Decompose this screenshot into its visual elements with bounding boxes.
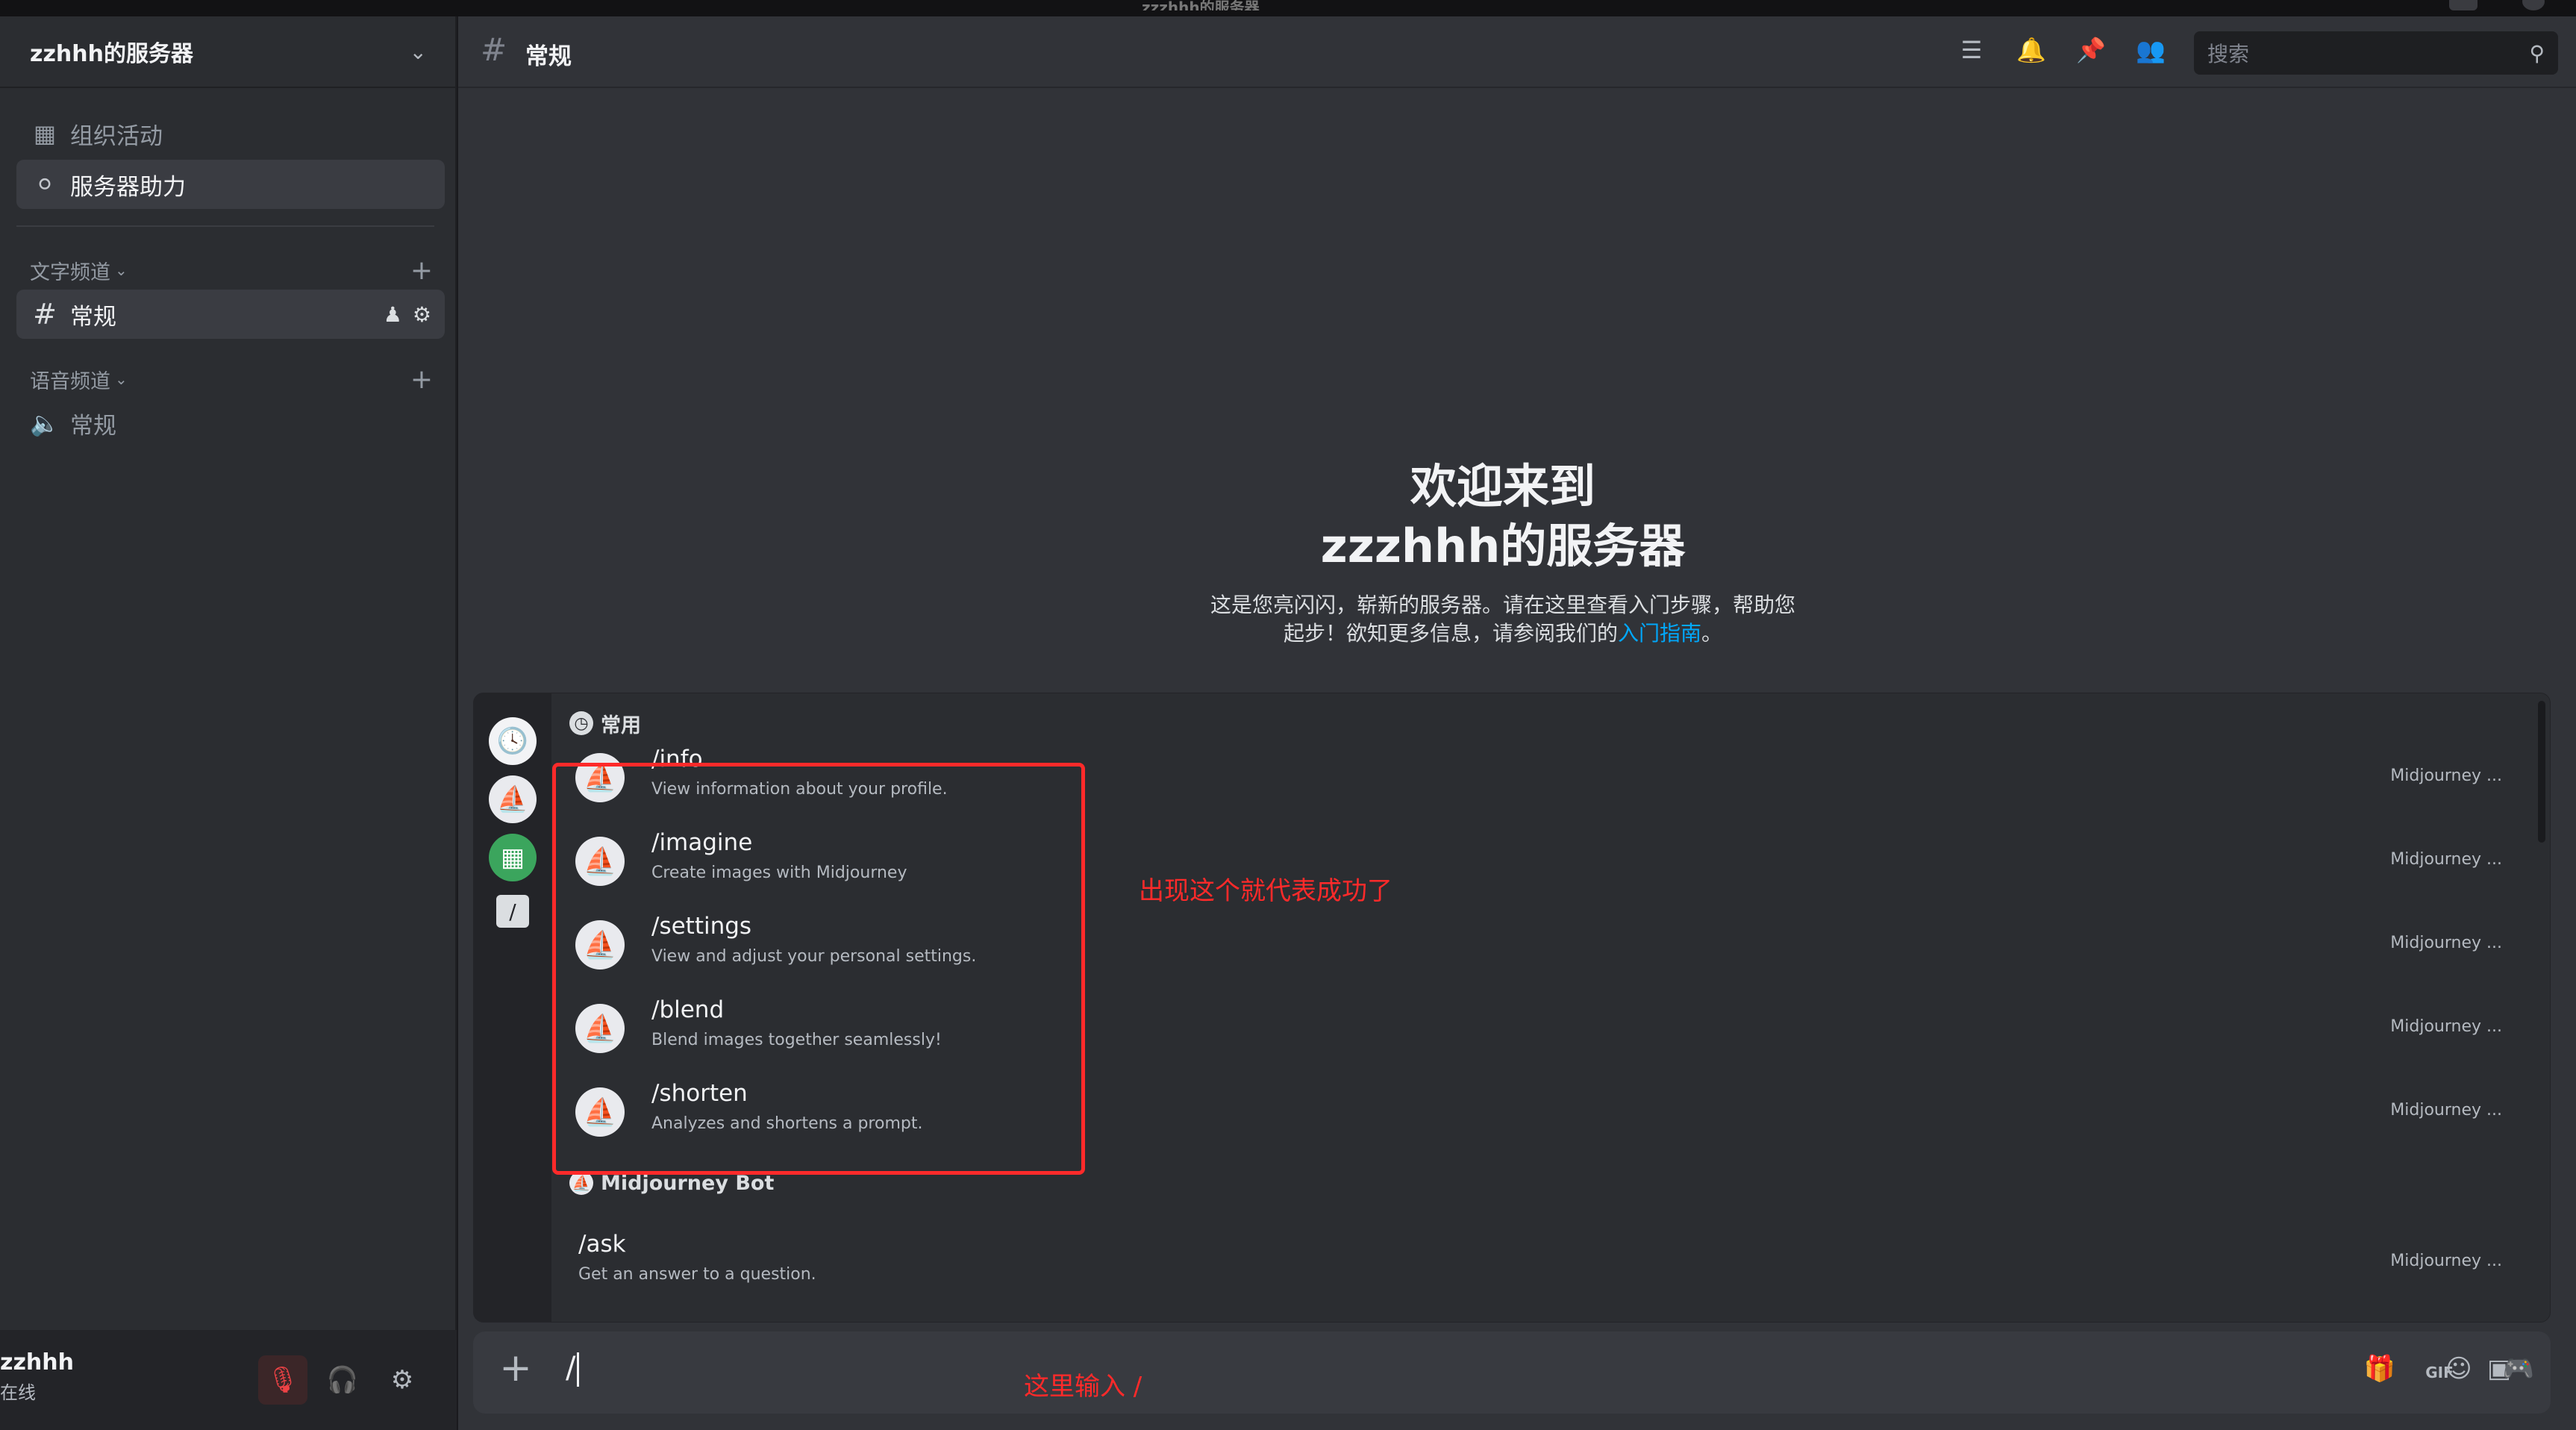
- chevron-down-icon: ⌄: [115, 261, 128, 279]
- welcome-section: 欢迎来到 zzzhhh的服务器 这是您亮闪闪，崭新的服务器。请在这里查看入门步骤…: [458, 457, 2548, 648]
- username[interactable]: zzhhh: [0, 1349, 74, 1376]
- sidebar-item-voice-general[interactable]: 🔈 常规: [16, 399, 445, 448]
- welcome-desc-line2: 起步！欲知更多信息，请参阅我们的入门指南。: [1283, 621, 1723, 646]
- user-status: 在线: [0, 1382, 36, 1403]
- channel-title: 常规: [525, 43, 572, 70]
- highlight-box: [552, 763, 1085, 1175]
- window-title: zzzhhh的服务器: [1142, 0, 1260, 10]
- welcome-title-line2: zzzhhh的服务器: [1320, 519, 1686, 573]
- category-text-channels[interactable]: 文字频道 ⌄ +: [30, 255, 433, 286]
- welcome-desc-line1: 这是您亮闪闪，崭新的服务器。请在这里查看入门步骤，帮助您: [1210, 593, 1795, 617]
- server-name: zzhhh的服务器: [30, 41, 193, 67]
- headphones-icon[interactable]: 🎧: [318, 1355, 367, 1405]
- add-channel-icon[interactable]: +: [410, 255, 433, 286]
- chevron-down-icon: ⌄: [115, 370, 128, 388]
- message-composer[interactable]: + / 🎁 GIF ▣: [473, 1331, 2551, 1414]
- mic-muted-icon[interactable]: 🎙: [258, 1355, 307, 1405]
- hashtag-icon: #: [33, 298, 57, 331]
- calendar-icon: ▦: [33, 119, 57, 148]
- search-icon: ⚲: [2529, 40, 2545, 66]
- annotation-success: 出现这个就代表成功了: [1139, 876, 1392, 906]
- sidebar-item-label: 服务器助力: [70, 173, 186, 201]
- message-input[interactable]: /: [566, 1351, 580, 1387]
- sidebar-item-label: 常规: [70, 412, 116, 440]
- midjourney-bot-icon[interactable]: ⛵: [489, 775, 537, 823]
- search-box[interactable]: 搜索 ⚲: [2194, 31, 2558, 75]
- recent-clock-icon[interactable]: 🕓: [489, 717, 537, 765]
- command-source: Midjourney ...: [2390, 934, 2502, 952]
- activities-gamepad-icon[interactable]: 🎮: [2500, 1354, 2537, 1391]
- window-inbox-icon[interactable]: [2449, 0, 2477, 10]
- bell-icon[interactable]: 🔔: [2015, 36, 2048, 69]
- search-input[interactable]: 搜索: [2207, 38, 2529, 68]
- category-label: 文字频道: [30, 260, 110, 284]
- channel-header: # 常规 ☰ 🔔 📌 👥 搜索 ⚲: [458, 16, 2576, 88]
- add-attachment-icon[interactable]: +: [495, 1348, 536, 1388]
- command-category-rail: 🕓 ⛵ ▦ /: [474, 693, 551, 1322]
- sidebar-item-label: 常规: [70, 303, 116, 331]
- popup-scrollbar[interactable]: [2538, 701, 2545, 843]
- sidebar-item-server-boost[interactable]: ⚪ 服务器助力: [16, 160, 445, 209]
- gift-icon[interactable]: 🎁: [2361, 1354, 2398, 1391]
- text-caret: [577, 1352, 580, 1387]
- command-source: Midjourney ...: [2390, 1017, 2502, 1036]
- window-help-icon[interactable]: [2522, 0, 2545, 10]
- welcome-description: 这是您亮闪闪，崭新的服务器。请在这里查看入门步骤，帮助您 起步！欲知更多信息，请…: [458, 591, 2548, 648]
- pin-icon[interactable]: 📌: [2075, 36, 2107, 69]
- threads-icon[interactable]: ☰: [1955, 36, 1988, 69]
- category-voice-channels[interactable]: 语音频道 ⌄ +: [30, 364, 433, 395]
- channel-sidebar: zzhhh的服务器 ⌄ ▦ 组织活动 ⚪ 服务器助力 文字频道 ⌄ + # 常规…: [0, 16, 457, 1430]
- command-desc: Get an answer to a question.: [578, 1265, 816, 1284]
- gear-icon[interactable]: ⚙: [413, 302, 431, 327]
- emoji-icon[interactable]: ☺: [2440, 1354, 2477, 1391]
- speaker-icon: 🔈: [30, 409, 60, 437]
- annotation-input-hint: 这里输入 /: [1024, 1372, 1142, 1402]
- main-chat: # 常规 ☰ 🔔 📌 👥 搜索 ⚲ 欢迎来到 zzzhhh的服务器 这是您亮闪闪…: [458, 16, 2576, 1430]
- slash-commands-icon[interactable]: /: [496, 895, 529, 928]
- command-row[interactable]: /ask Get an answer to a question. Midjou…: [551, 1223, 2529, 1307]
- app-grid-icon[interactable]: ▦: [489, 834, 537, 881]
- hashtag-icon: #: [481, 31, 507, 68]
- command-source: Midjourney ...: [2390, 1252, 2502, 1270]
- command-source: Midjourney ...: [2390, 850, 2502, 869]
- clock-icon: ◷: [569, 711, 593, 735]
- sidebar-item-channel-general[interactable]: # 常规 ♟ ⚙: [16, 290, 445, 339]
- app: zzhhh的服务器 ⌄ ▦ 组织活动 ⚪ 服务器助力 文字频道 ⌄ + # 常规…: [0, 16, 2576, 1430]
- section-frequent: ◷ 常用: [569, 708, 641, 738]
- command-name: /ask: [578, 1231, 626, 1258]
- user-settings-gear-icon[interactable]: ⚙: [378, 1355, 427, 1405]
- server-header[interactable]: zzhhh的服务器 ⌄: [0, 16, 457, 88]
- invite-icon[interactable]: ♟: [384, 302, 402, 327]
- member-list-icon[interactable]: 👥: [2134, 36, 2167, 69]
- sidebar-item-label: 组织活动: [70, 122, 163, 150]
- boost-icon: ⚪: [34, 170, 55, 199]
- category-label: 语音频道: [30, 369, 110, 393]
- guide-link[interactable]: 入门指南: [1618, 621, 1701, 646]
- command-source: Midjourney ...: [2390, 766, 2502, 785]
- sidebar-divider: [16, 225, 434, 227]
- user-panel: zzhhh 在线 🎙 🎧 ⚙: [0, 1330, 457, 1430]
- chevron-down-icon: ⌄: [409, 39, 427, 64]
- window-titlebar: zzzhhh的服务器: [0, 0, 2576, 16]
- welcome-title-line1: 欢迎来到: [1410, 459, 1595, 513]
- add-channel-icon[interactable]: +: [410, 364, 433, 395]
- command-source: Midjourney ...: [2390, 1101, 2502, 1120]
- sidebar-item-events[interactable]: ▦ 组织活动: [16, 109, 445, 158]
